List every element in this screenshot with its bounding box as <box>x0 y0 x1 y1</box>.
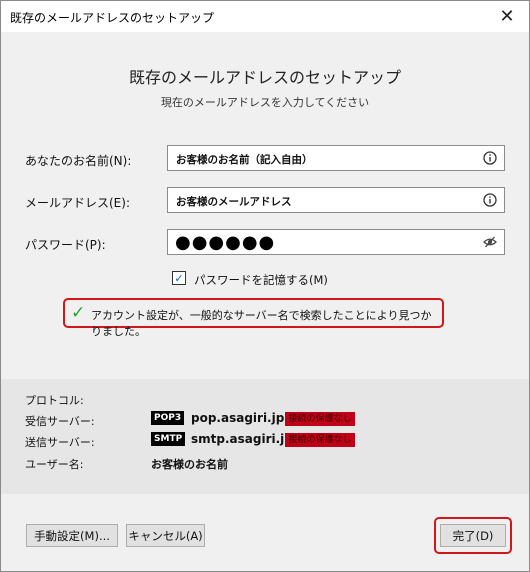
setup-dialog: 既存のメールアドレスのセットアップ ✕ 既存のメールアドレスのセットアップ 現在… <box>0 0 530 572</box>
cancel-button[interactable]: キャンセル(A) <box>126 524 205 547</box>
done-highlight: 完了(D) <box>434 517 512 554</box>
title-bar: 既存のメールアドレスのセットアップ ✕ <box>1 1 529 32</box>
page-title: 既存のメールアドレスのセットアップ <box>128 68 401 87</box>
outgoing-host: smtp.asagiri.jp <box>191 432 293 446</box>
incoming-security-badge: 接続の保護なし <box>285 412 355 426</box>
email-label: メールアドレス(E): <box>25 196 130 210</box>
name-label: あなたのお名前(N): <box>25 154 132 168</box>
remember-password-label[interactable]: パスワードを記憶する(M) <box>194 272 328 288</box>
close-button[interactable]: ✕ <box>485 1 529 32</box>
manual-config-button[interactable]: 手動設定(M)... <box>26 524 118 547</box>
info-icon[interactable] <box>483 151 497 165</box>
username-value: お客様のお名前 <box>151 458 228 471</box>
outgoing-server-label: 送信サーバー: <box>25 436 95 449</box>
window-title: 既存のメールアドレスのセットアップ <box>10 11 215 25</box>
incoming-protocol-badge: POP3 <box>151 411 185 425</box>
outgoing-security-badge: 接続の保護なし <box>285 433 355 447</box>
eye-slash-icon[interactable] <box>483 235 497 249</box>
name-value: お客様のお名前（記入自由） <box>176 154 313 166</box>
close-icon: ✕ <box>499 6 515 27</box>
done-button[interactable]: 完了(D) <box>440 524 506 547</box>
config-found-notice: ✓ アカウント設定が、一般的なサーバー名で検索したことにより見つかりました。 <box>63 298 444 338</box>
success-check-icon: ✓ <box>71 303 86 323</box>
incoming-host: pop.asagiri.jp <box>191 411 285 425</box>
password-label: パスワード(P): <box>25 238 106 252</box>
password-value: ●●●●●● <box>175 232 276 253</box>
username-label: ユーザー名: <box>25 458 84 471</box>
protocol-label: プロトコル: <box>25 394 84 407</box>
info-icon[interactable] <box>483 193 497 207</box>
name-field[interactable]: お客様のお名前（記入自由） <box>167 145 505 171</box>
checkmark-icon: ✓ <box>174 271 184 285</box>
outgoing-protocol-badge: SMTP <box>151 432 186 446</box>
email-field[interactable]: お客様のメールアドレス <box>167 187 505 213</box>
email-value: お客様のメールアドレス <box>176 196 292 208</box>
password-field[interactable]: ●●●●●● <box>167 229 505 255</box>
page-subtitle: 現在のメールアドレスを入力してください <box>160 96 370 109</box>
config-found-message: アカウント設定が、一般的なサーバー名で検索したことにより見つかりました。 <box>91 309 432 338</box>
remember-password-checkbox[interactable]: ✓ <box>172 271 186 285</box>
incoming-server-label: 受信サーバー: <box>25 415 95 428</box>
